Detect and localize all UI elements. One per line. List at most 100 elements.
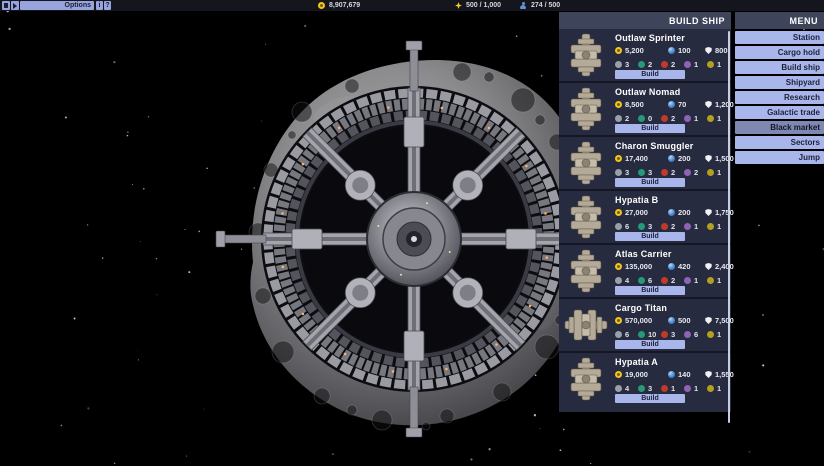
menu-item-label: Galactic trade <box>767 108 820 117</box>
material-purple-icon <box>684 61 691 68</box>
menu-item-black-market[interactable]: Black market <box>735 121 824 134</box>
material-gray-icon <box>615 169 622 176</box>
material-olive-count: 1 <box>717 330 721 339</box>
build-button[interactable]: Build <box>615 286 685 295</box>
build-button[interactable]: Build <box>615 178 685 187</box>
material-olive-icon <box>707 169 714 176</box>
material-teal-count: 2 <box>648 60 652 69</box>
menu-item-label: Black market <box>770 123 820 132</box>
ship-materials-row: 6 3 2 1 1 <box>615 222 730 231</box>
material-red-icon <box>661 61 668 68</box>
gems-value: 500 <box>678 316 691 325</box>
material-olive-icon <box>707 385 714 392</box>
build-button[interactable]: Build <box>615 124 685 133</box>
gems-icon <box>668 47 675 54</box>
ship-name: Hypatia B <box>615 195 658 205</box>
shield-value: 7,500 <box>715 316 734 325</box>
material-olive-icon <box>707 115 714 122</box>
ship-name: Outlaw Sprinter <box>615 33 685 43</box>
menu-panel-title: MENU <box>735 12 824 29</box>
menu-item-label: Shipyard <box>786 78 820 87</box>
ship-thumbnail <box>563 139 609 187</box>
material-red-count: 3 <box>671 330 675 339</box>
ship-list-scrollbar[interactable] <box>728 31 730 423</box>
material-red-icon <box>661 331 668 338</box>
material-red-icon <box>661 223 668 230</box>
ship-name: Atlas Carrier <box>615 249 672 259</box>
shield-icon <box>705 317 712 324</box>
gems-value: 70 <box>678 100 686 109</box>
credits-value: 135,000 <box>625 262 652 271</box>
material-gray-icon <box>615 223 622 230</box>
resource-value: 274 / 500 <box>531 2 560 9</box>
material-purple-count: 1 <box>694 384 698 393</box>
resource-value: 8,907,679 <box>329 2 360 9</box>
material-red-count: 2 <box>671 60 675 69</box>
shield-value: 1,200 <box>715 100 734 109</box>
material-purple-icon <box>684 115 691 122</box>
material-olive-count: 1 <box>717 384 721 393</box>
material-olive-icon <box>707 331 714 338</box>
material-gray-count: 6 <box>625 330 629 339</box>
material-olive-icon <box>707 223 714 230</box>
ship-cost-row: 8,500 70 1,200 <box>615 100 734 109</box>
material-gray-count: 4 <box>625 276 629 285</box>
credits-value: 27,000 <box>625 208 648 217</box>
ship-row-hypatia-b: Hypatia B 27,000 200 1,750 6 3 2 1 1 Bui… <box>559 191 731 245</box>
material-olive-count: 1 <box>717 276 721 285</box>
gems-value: 100 <box>678 46 691 55</box>
menu-item-research[interactable]: Research <box>735 91 824 104</box>
crew-icon <box>519 2 527 10</box>
menu-item-build-ship[interactable]: Build ship <box>735 61 824 74</box>
resource-bar: 8,907,679 500 / 1,000 274 / 500 <box>0 0 824 11</box>
ship-cost-row: 27,000 200 1,750 <box>615 208 734 217</box>
menu-item-shipyard[interactable]: Shipyard <box>735 76 824 89</box>
resource-readout: 274 / 500 <box>519 0 560 11</box>
material-gray-count: 3 <box>625 168 629 177</box>
material-purple-icon <box>684 331 691 338</box>
menu-list: Station Cargo hold Build ship Shipyard R… <box>735 31 824 164</box>
build-button[interactable]: Build <box>615 340 685 349</box>
ship-materials-row: 2 0 2 1 1 <box>615 114 730 123</box>
ship-cost-row: 19,000 140 1,550 <box>615 370 734 379</box>
gems-value: 200 <box>678 208 691 217</box>
material-teal-count: 6 <box>648 276 652 285</box>
ship-thumbnail <box>563 247 609 295</box>
shield-value: 800 <box>715 46 728 55</box>
top-bar: Options i ? 8,907,679 500 / 1,000 274 / … <box>0 0 824 11</box>
material-purple-count: 6 <box>694 330 698 339</box>
gems-value: 140 <box>678 370 691 379</box>
material-olive-count: 1 <box>717 60 721 69</box>
build-ship-panel: BUILD SHIP Outlaw Sprinter 5,200 <box>559 12 731 412</box>
menu-item-label: Research <box>784 93 820 102</box>
menu-item-cargo-hold[interactable]: Cargo hold <box>735 46 824 59</box>
material-olive-count: 1 <box>717 114 721 123</box>
resource-readout: 8,907,679 <box>318 0 360 11</box>
resource-value: 500 / 1,000 <box>466 2 501 9</box>
build-button[interactable]: Build <box>615 232 685 241</box>
ship-name: Charon Smuggler <box>615 141 694 151</box>
space-station <box>216 41 612 437</box>
menu-item-jump[interactable]: Jump <box>735 151 824 164</box>
credits-icon <box>615 47 622 54</box>
material-teal-icon <box>638 169 645 176</box>
material-red-icon <box>661 277 668 284</box>
material-gray-icon <box>615 277 622 284</box>
material-teal-count: 0 <box>648 114 652 123</box>
material-gray-count: 4 <box>625 384 629 393</box>
credits-value: 8,500 <box>625 100 644 109</box>
menu-item-station[interactable]: Station <box>735 31 824 44</box>
material-red-count: 2 <box>671 168 675 177</box>
menu-item-galactic-trade[interactable]: Galactic trade <box>735 106 824 119</box>
credits-value: 17,400 <box>625 154 648 163</box>
build-button[interactable]: Build <box>615 394 685 403</box>
ship-row-outlaw-sprinter: Outlaw Sprinter 5,200 100 800 3 2 2 1 1 … <box>559 29 731 83</box>
material-red-count: 2 <box>671 222 675 231</box>
shield-value: 2,400 <box>715 262 734 271</box>
material-purple-count: 1 <box>694 222 698 231</box>
ship-row-cargo-titan: Cargo Titan 570,000 500 7,500 6 10 3 6 1… <box>559 299 731 353</box>
ship-row-hypatia-a: Hypatia A 19,000 140 1,550 4 3 1 1 1 Bui… <box>559 353 731 405</box>
credits-value: 19,000 <box>625 370 648 379</box>
menu-item-sectors[interactable]: Sectors <box>735 136 824 149</box>
build-button[interactable]: Build <box>615 70 685 79</box>
